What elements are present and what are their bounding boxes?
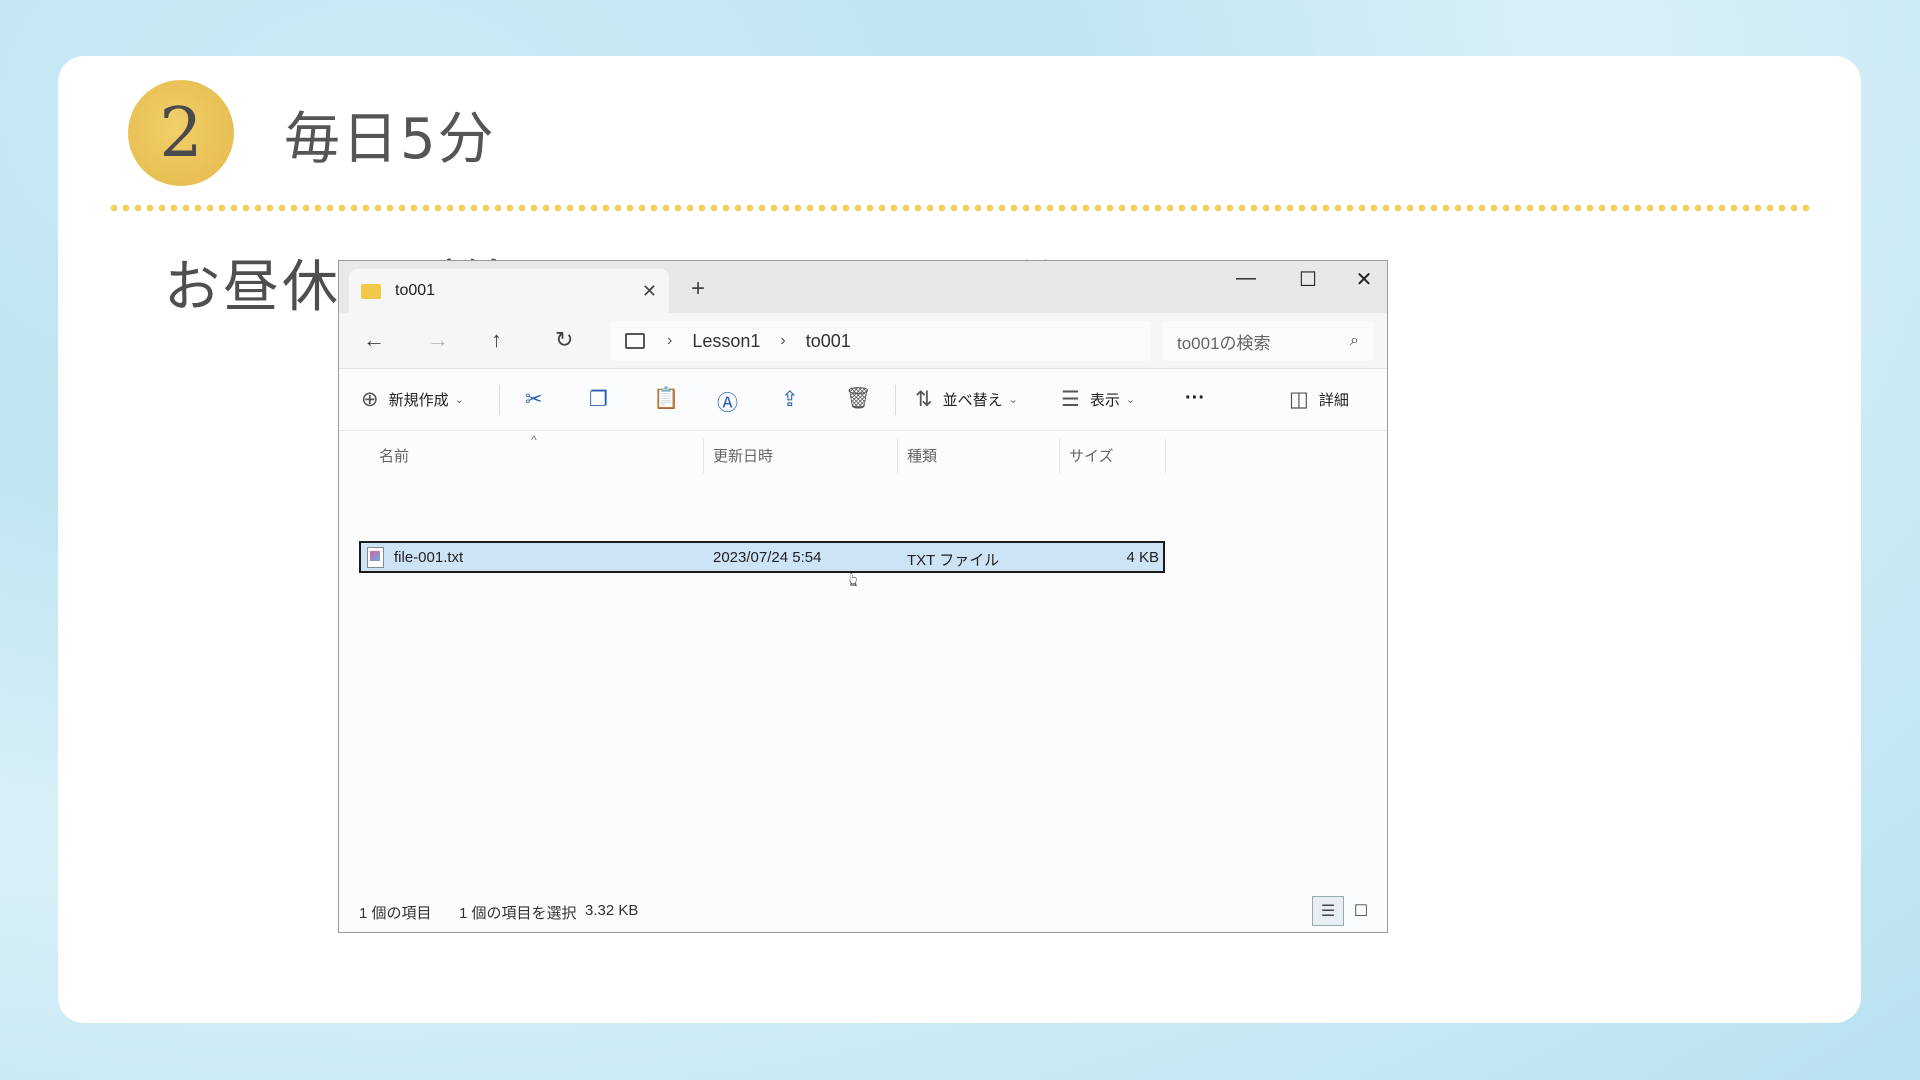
- large-icons-view-button[interactable]: ☐: [1345, 896, 1377, 926]
- share-button[interactable]: ⇪: [781, 387, 809, 412]
- chevron-down-icon: ⌄: [1125, 394, 1136, 406]
- back-arrow-icon[interactable]: ←: [363, 327, 385, 353]
- file-explorer-window: to001 ✕ + — ☐ ✕ ← → ↑ ↻ › Lesson1 › to00…: [338, 260, 1388, 933]
- maximize-button[interactable]: ☐: [1283, 267, 1333, 292]
- folder-icon: [361, 283, 381, 299]
- sort-button[interactable]: ⇅ 並べ替え ⌄: [915, 387, 1018, 412]
- tab-title: to001: [395, 282, 436, 299]
- file-size: 4 KB: [1126, 549, 1159, 566]
- mouse-pointer-icon: 👆︎: [849, 569, 858, 591]
- column-header-size[interactable]: サイズ: [1069, 445, 1114, 466]
- status-item-count: 1 個の項目: [359, 905, 432, 922]
- computer-icon: [625, 333, 645, 349]
- text-file-icon: [367, 546, 384, 568]
- forward-arrow-icon[interactable]: →: [427, 327, 449, 353]
- status-selection: 1 個の項目を選択: [459, 905, 577, 922]
- sort-icon: ⇅: [915, 388, 933, 411]
- file-type: TXT ファイル: [907, 552, 1000, 569]
- toolbar-divider: [499, 385, 500, 415]
- details-view-icon: ☰: [1320, 903, 1336, 920]
- details-pane-icon: ◫: [1289, 388, 1309, 411]
- search-placeholder: to001の検索: [1177, 333, 1271, 353]
- new-label: 新規作成: [388, 392, 449, 409]
- column-header-modified[interactable]: 更新日時: [713, 445, 773, 466]
- close-window-button[interactable]: ✕: [1339, 267, 1387, 292]
- column-headers: ^ 名前 更新日時 種類 サイズ: [339, 433, 1387, 473]
- column-divider[interactable]: [703, 439, 704, 473]
- column-header-type[interactable]: 種類: [907, 445, 937, 466]
- dotted-divider: [108, 204, 1813, 212]
- rename-icon: Ⓐ: [717, 392, 738, 415]
- status-bar: 1 個の項目 1 個の項目を選択 3.32 KB ☰ ☐: [339, 888, 1387, 932]
- view-button[interactable]: ☰ 表示 ⌄: [1061, 387, 1135, 412]
- paste-icon: 📋: [653, 387, 680, 410]
- trash-icon: 🗑: [845, 387, 872, 410]
- command-toolbar: ⊕ 新規作成 ⌄ ✂ ❐ 📋 Ⓐ ⇪ 🗑 ⇅ 並べ替え ⌄ ☰ 表示 ⌄ ···…: [339, 369, 1387, 431]
- delete-button[interactable]: 🗑: [845, 387, 882, 411]
- new-plus-icon: ⊕: [361, 388, 379, 411]
- details-view-button[interactable]: ☰: [1312, 896, 1344, 926]
- up-arrow-icon[interactable]: ↑: [491, 327, 502, 353]
- title-bar: to001 ✕ + — ☐ ✕: [339, 261, 1387, 313]
- column-divider[interactable]: [897, 439, 898, 473]
- more-options-icon[interactable]: ···: [1185, 387, 1205, 410]
- details-label: 詳細: [1318, 392, 1349, 409]
- cut-icon: ✂: [525, 388, 543, 411]
- details-button[interactable]: ◫ 詳細: [1289, 387, 1349, 412]
- share-icon: ⇪: [781, 388, 799, 411]
- file-row-selected[interactable]: file-001.txt 2023/07/24 5:54 TXT ファイル 4 …: [359, 541, 1165, 573]
- sort-label: 並べ替え: [942, 392, 1003, 409]
- paste-button[interactable]: 📋: [653, 387, 689, 411]
- breadcrumb-separator-icon: ›: [780, 332, 786, 349]
- column-divider[interactable]: [1165, 439, 1166, 473]
- file-modified: 2023/07/24 5:54: [713, 549, 822, 566]
- refresh-icon[interactable]: ↻: [555, 327, 573, 353]
- breadcrumb-lesson1[interactable]: Lesson1: [692, 331, 760, 352]
- address-bar[interactable]: › Lesson1 › to001: [611, 321, 1151, 361]
- toolbar-divider: [895, 385, 896, 415]
- large-icons-view-icon: ☐: [1353, 903, 1369, 920]
- step-number-badge: 2: [128, 80, 234, 186]
- chevron-down-icon: ⌄: [1008, 394, 1018, 406]
- new-button[interactable]: ⊕ 新規作成 ⌄: [361, 387, 464, 412]
- file-name: file-001.txt: [394, 548, 464, 566]
- view-icon: ☰: [1061, 388, 1080, 411]
- status-selection-size: 3.32 KB: [585, 902, 639, 919]
- new-tab-icon[interactable]: +: [691, 275, 705, 303]
- minimize-button[interactable]: —: [1221, 267, 1271, 290]
- column-header-name[interactable]: 名前: [379, 445, 409, 466]
- search-icon: ⌕: [1350, 332, 1359, 349]
- search-input[interactable]: to001の検索 ⌕: [1163, 321, 1373, 361]
- tab-close-icon[interactable]: ✕: [642, 281, 657, 302]
- step-title: 毎日5分: [284, 107, 496, 172]
- breadcrumb-to001[interactable]: to001: [806, 331, 851, 352]
- address-row: ← → ↑ ↻ › Lesson1 › to001 to001の検索 ⌕: [339, 313, 1387, 369]
- rename-button[interactable]: Ⓐ: [717, 387, 748, 417]
- copy-button[interactable]: ❐: [589, 387, 618, 412]
- sort-caret-icon: ^: [531, 433, 537, 447]
- tab-to001[interactable]: to001 ✕: [349, 269, 669, 313]
- breadcrumb-separator-icon: ›: [667, 332, 673, 349]
- chevron-down-icon: ⌄: [454, 394, 464, 406]
- view-label: 表示: [1089, 392, 1120, 409]
- column-divider[interactable]: [1059, 439, 1060, 473]
- copy-icon: ❐: [589, 388, 608, 411]
- cut-button[interactable]: ✂: [525, 387, 553, 412]
